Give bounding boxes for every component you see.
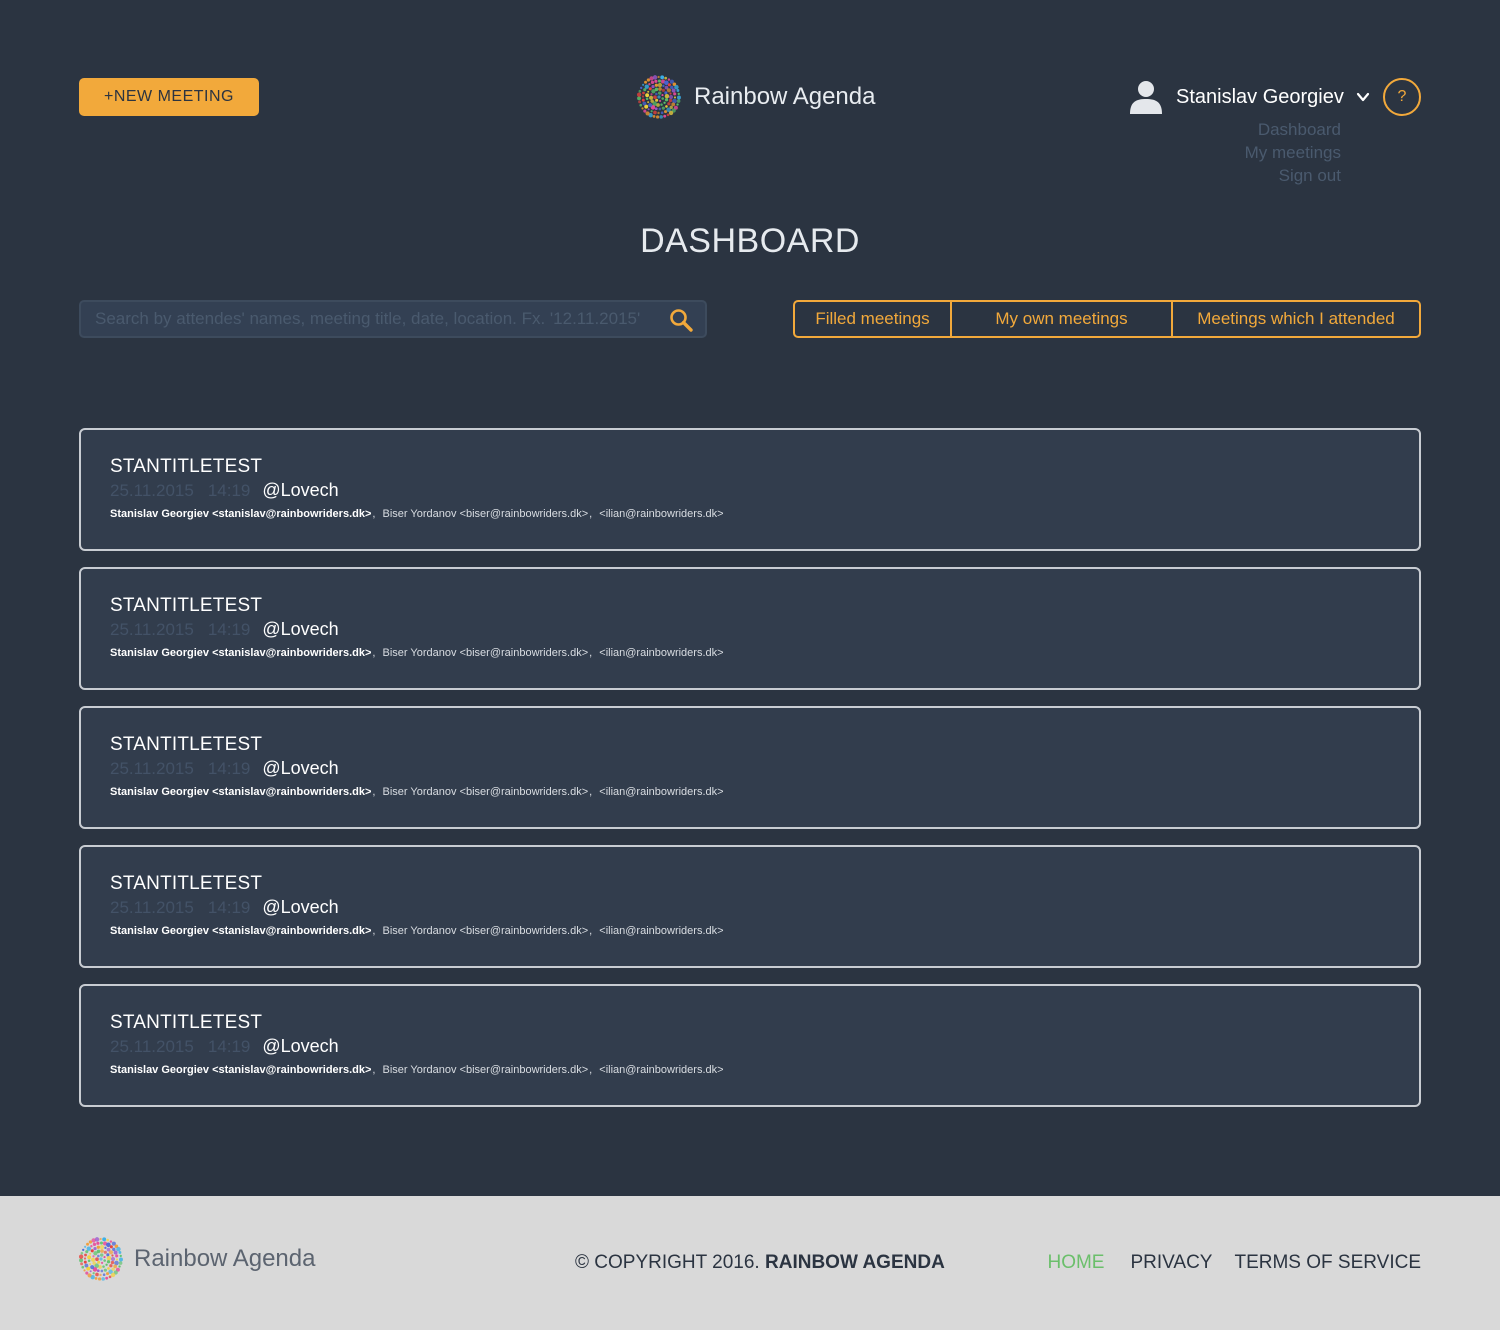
help-icon: ? <box>1397 88 1407 105</box>
meeting-card[interactable]: STANTITLETEST 25.11.2015 14:19 @Lovech S… <box>79 845 1421 968</box>
meeting-card[interactable]: STANTITLETEST 25.11.2015 14:19 @Lovech S… <box>79 984 1421 1107</box>
new-meeting-button[interactable]: +NEW MEETING <box>79 78 259 116</box>
brand[interactable]: Rainbow Agenda <box>636 74 875 120</box>
meeting-date: 25.11.2015 <box>110 898 194 917</box>
copyright: © COPYRIGHT 2016. RAINBOW AGENDA <box>575 1252 945 1274</box>
footer-brand-name: Rainbow Agenda <box>134 1245 316 1272</box>
meeting-date: 25.11.2015 <box>110 620 194 639</box>
logo-icon <box>636 75 681 119</box>
meeting-meta: 25.11.2015 14:19 @Lovech <box>110 618 1419 641</box>
meeting-title: STANTITLETEST <box>110 1012 263 1033</box>
menu-item-dashboard[interactable]: Dashboard <box>1245 118 1341 141</box>
meeting-card[interactable]: STANTITLETEST 25.11.2015 14:19 @Lovech S… <box>79 428 1421 551</box>
attendee: Biser Yordanov <biser@rainbowriders.dk> <box>382 1064 589 1076</box>
meeting-date: 25.11.2015 <box>110 481 194 500</box>
attendee-owner: Stanislav Georgiev <stanislav@rainbowrid… <box>110 786 372 798</box>
meeting-location: @Lovech <box>262 480 339 500</box>
search-box <box>79 300 707 338</box>
tab-meetings-attended[interactable]: Meetings which I attended <box>1171 302 1419 336</box>
footer-nav: HOME PRIVACY TERMS OF SERVICE <box>1047 1252 1421 1274</box>
attendee-owner: Stanislav Georgiev <stanislav@rainbowrid… <box>110 508 372 520</box>
footer-link-home[interactable]: HOME <box>1047 1252 1104 1274</box>
user-icon <box>1130 81 1162 114</box>
meeting-title: STANTITLETEST <box>110 734 263 755</box>
copyright-prefix: © COPYRIGHT 2016. <box>575 1252 760 1273</box>
meeting-list: STANTITLETEST 25.11.2015 14:19 @Lovech S… <box>79 428 1421 1123</box>
meeting-time: 14:19 <box>207 898 251 917</box>
user-dropdown-menu: Dashboard My meetings Sign out <box>1245 118 1341 187</box>
user-name: Stanislav Georgiev <box>1176 85 1344 108</box>
attendee: <ilian@rainbowriders.dk> <box>599 508 724 520</box>
user-menu-toggle[interactable]: Stanislav Georgiev <box>1130 78 1370 116</box>
meeting-title: STANTITLETEST <box>110 873 263 894</box>
help-button[interactable]: ? <box>1383 78 1421 116</box>
page-title: DASHBOARD <box>640 222 860 260</box>
tab-my-own-meetings[interactable]: My own meetings <box>950 302 1171 336</box>
meeting-time: 14:19 <box>207 1037 251 1056</box>
chevron-down-icon[interactable] <box>1356 90 1370 104</box>
footer-link-privacy[interactable]: PRIVACY <box>1130 1252 1212 1274</box>
meeting-time: 14:19 <box>207 481 251 500</box>
meeting-meta: 25.11.2015 14:19 @Lovech <box>110 479 1419 502</box>
attendee: <ilian@rainbowriders.dk> <box>599 786 724 798</box>
meeting-time: 14:19 <box>207 759 251 778</box>
attendee-list: Stanislav Georgiev <stanislav@rainbowrid… <box>110 925 724 937</box>
footer-brand[interactable]: Rainbow Agenda <box>78 1236 315 1282</box>
meeting-location: @Lovech <box>262 619 339 639</box>
menu-item-sign-out[interactable]: Sign out <box>1245 164 1341 187</box>
menu-item-my-meetings[interactable]: My meetings <box>1245 141 1341 164</box>
attendee: <ilian@rainbowriders.dk> <box>599 647 724 659</box>
attendee-owner: Stanislav Georgiev <stanislav@rainbowrid… <box>110 1064 372 1076</box>
app-main: +NEW MEETING Rainbow Agenda Stanislav Ge… <box>0 0 1500 1196</box>
attendee: Biser Yordanov <biser@rainbowriders.dk> <box>382 508 589 520</box>
meeting-card[interactable]: STANTITLETEST 25.11.2015 14:19 @Lovech S… <box>79 567 1421 690</box>
attendee: Biser Yordanov <biser@rainbowriders.dk> <box>382 925 589 937</box>
attendee-list: Stanislav Georgiev <stanislav@rainbowrid… <box>110 1064 724 1076</box>
copyright-name: RAINBOW AGENDA <box>765 1252 945 1273</box>
tab-filled-meetings[interactable]: Filled meetings <box>795 302 950 336</box>
meeting-location: @Lovech <box>262 897 339 917</box>
logo-icon <box>78 1237 123 1281</box>
attendee: Biser Yordanov <biser@rainbowriders.dk> <box>382 786 589 798</box>
attendee-list: Stanislav Georgiev <stanislav@rainbowrid… <box>110 508 724 520</box>
search-icon[interactable] <box>669 308 693 332</box>
meeting-title: STANTITLETEST <box>110 456 263 477</box>
footer-link-terms[interactable]: TERMS OF SERVICE <box>1234 1252 1421 1274</box>
meeting-title: STANTITLETEST <box>110 595 263 616</box>
attendee-list: Stanislav Georgiev <stanislav@rainbowrid… <box>110 647 724 659</box>
meeting-location: @Lovech <box>262 1036 339 1056</box>
meeting-time: 14:19 <box>207 620 251 639</box>
meeting-date: 25.11.2015 <box>110 1037 194 1056</box>
attendee: Biser Yordanov <biser@rainbowriders.dk> <box>382 647 589 659</box>
filter-tabs: Filled meetings My own meetings Meetings… <box>793 300 1421 338</box>
meeting-meta: 25.11.2015 14:19 @Lovech <box>110 896 1419 919</box>
footer: Rainbow Agenda © COPYRIGHT 2016. RAINBOW… <box>0 1196 1500 1330</box>
meeting-date: 25.11.2015 <box>110 759 194 778</box>
meeting-card[interactable]: STANTITLETEST 25.11.2015 14:19 @Lovech S… <box>79 706 1421 829</box>
brand-name: Rainbow Agenda <box>694 83 876 110</box>
attendee: <ilian@rainbowriders.dk> <box>599 1064 724 1076</box>
attendee-list: Stanislav Georgiev <stanislav@rainbowrid… <box>110 786 724 798</box>
search-input[interactable] <box>95 302 655 336</box>
attendee-owner: Stanislav Georgiev <stanislav@rainbowrid… <box>110 647 372 659</box>
meeting-location: @Lovech <box>262 758 339 778</box>
meeting-meta: 25.11.2015 14:19 @Lovech <box>110 1035 1419 1058</box>
meeting-meta: 25.11.2015 14:19 @Lovech <box>110 757 1419 780</box>
attendee-owner: Stanislav Georgiev <stanislav@rainbowrid… <box>110 925 372 937</box>
attendee: <ilian@rainbowriders.dk> <box>599 925 724 937</box>
